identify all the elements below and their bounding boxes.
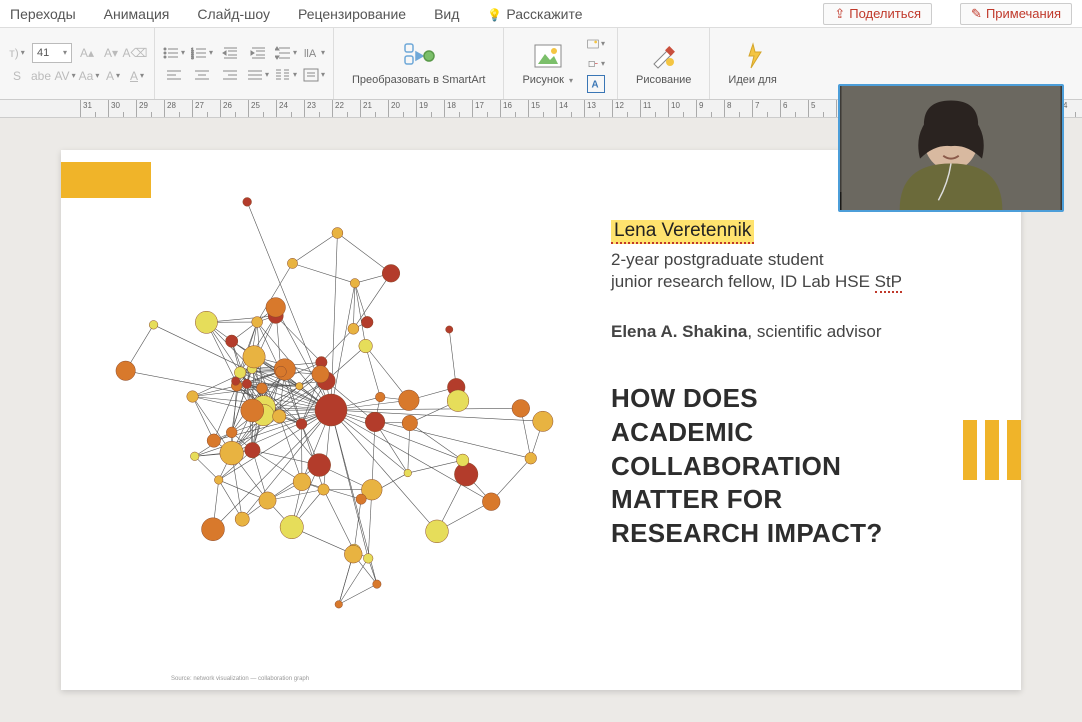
slide[interactable]: Lena Veretennik 2-year postgraduate stud… (61, 150, 1021, 690)
menu-transitions[interactable]: Переходы (10, 6, 76, 22)
drawing-icon (648, 40, 680, 72)
author-role2: junior research fellow, ID Lab HSE StP (611, 272, 991, 292)
decrease-font-icon[interactable]: A▾ (102, 44, 120, 62)
vertical-align-icon[interactable]: ▾ (303, 66, 325, 84)
bullets-icon[interactable]: ▾ (163, 44, 185, 62)
line-spacing-icon[interactable]: ▾ (275, 44, 297, 62)
drawing-group: Рисование (618, 28, 710, 99)
menu-slideshow[interactable]: Слайд-шоу (197, 6, 270, 22)
font-group: т)▾ 41▾ A▴ A▾ A⌫ S abe AV▾ Aa▾ A▾ A▾ (0, 28, 155, 99)
paragraph-group: ▾ 123▾ ▾ llA▾ (155, 28, 334, 99)
slide-title: HOW DOES ACADEMIC COLLABORATION MATTER F… (611, 382, 991, 551)
menu-tellme[interactable]: Расскажите (487, 6, 582, 22)
menu-bar: Переходы Анимация Слайд-шоу Рецензирован… (0, 0, 1082, 28)
svg-text:A: A (592, 79, 599, 90)
notes-button[interactable]: ✎ Примечания (960, 3, 1072, 25)
share-button[interactable]: ⇪ Поделиться (823, 3, 932, 25)
smartart-icon (403, 40, 435, 72)
font-size-select[interactable]: 41▾ (32, 43, 72, 63)
text-direction-icon[interactable]: llA▾ (303, 44, 325, 62)
pic-tool3-icon[interactable]: A (587, 75, 605, 93)
menu-animation[interactable]: Анимация (104, 6, 170, 22)
bold-icon[interactable]: S (8, 67, 26, 85)
smartart-group: Преобразовать в SmartArt (334, 28, 504, 99)
ideas-icon (737, 40, 769, 72)
menu-review[interactable]: Рецензирование (298, 6, 406, 22)
font-family-dropdown[interactable]: т)▾ (8, 44, 26, 62)
case-icon[interactable]: Aa▾ (80, 67, 98, 85)
picture-group: Рисунок ▾ ▾ ▾ A (504, 28, 618, 99)
network-graph (101, 190, 581, 630)
author-role1: 2-year postgraduate student (611, 250, 991, 270)
ideas-button[interactable]: Идеи для (718, 38, 786, 88)
pic-tool1-icon[interactable]: ▾ (587, 35, 605, 53)
clear-format-icon[interactable]: A⌫ (126, 44, 144, 62)
svg-text:llA: llA (304, 47, 317, 59)
columns-icon[interactable]: ▾ (275, 66, 297, 84)
indent-icon[interactable] (247, 44, 269, 62)
justify-icon[interactable]: ▾ (247, 66, 269, 84)
pic-tool2-icon[interactable]: ▾ (587, 55, 605, 73)
align-right-icon[interactable] (219, 66, 241, 84)
notes-icon: ✎ (971, 6, 982, 22)
video-call-overlay[interactable]: Lena Veretennik (838, 84, 1064, 212)
picture-button[interactable]: Рисунок ▾ (512, 31, 583, 97)
font-color-icon[interactable]: A▾ (128, 67, 146, 85)
menu-view[interactable]: Вид (434, 6, 459, 22)
highlight-icon[interactable]: A▾ (104, 67, 122, 85)
advisor-line: Elena A. Shakina, scientific advisor (611, 322, 991, 342)
numbering-icon[interactable]: 123▾ (191, 44, 213, 62)
drawing-button[interactable]: Рисование (626, 38, 701, 88)
share-icon: ⇪ (834, 6, 845, 22)
spacing-icon[interactable]: AV▾ (56, 67, 74, 85)
increase-font-icon[interactable]: A▴ (78, 44, 96, 62)
slide-text-block: Lena Veretennik 2-year postgraduate stud… (611, 220, 991, 551)
strike-icon[interactable]: abe (32, 67, 50, 85)
align-left-icon[interactable] (163, 66, 185, 84)
ideas-group: Идеи для (710, 28, 794, 99)
picture-icon (532, 40, 564, 72)
smartart-button[interactable]: Преобразовать в SmartArt (342, 38, 495, 88)
footer-citation: Source: network visualization — collabor… (171, 676, 309, 682)
author-name: Lena Veretennik (611, 220, 754, 244)
outdent-icon[interactable] (219, 44, 241, 62)
video-participant-avatar (840, 86, 1062, 210)
svg-text:3: 3 (191, 54, 194, 59)
align-center-icon[interactable] (191, 66, 213, 84)
